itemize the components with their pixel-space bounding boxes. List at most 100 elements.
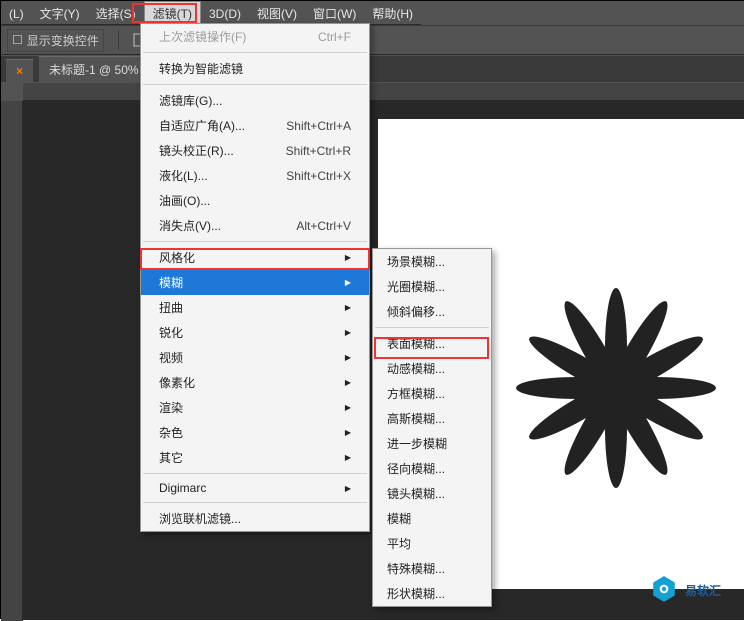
menubar-item-view[interactable]: 视图(V) [249, 2, 305, 25]
menubar-item-select[interactable]: 选择(S) [88, 2, 144, 25]
menu-adaptive-wide[interactable]: 自适应广角(A)...Shift+Ctrl+A [141, 113, 369, 138]
menu-label: 风格化 [159, 249, 195, 266]
menu-label: 场景模糊... [387, 253, 445, 270]
menu-blur[interactable]: 模糊 [141, 270, 369, 295]
menu-separator [143, 241, 367, 242]
options-bar: ☐ 显示变换控件 3D 模式: [1, 25, 744, 55]
menubar: (L) 文字(Y) 选择(S) 滤镜(T) 3D(D) 视图(V) 窗口(W) … [1, 3, 421, 25]
menu-pixelate[interactable]: 像素化 [141, 370, 369, 395]
menu-separator [375, 327, 489, 328]
menu-render[interactable]: 渲染 [141, 395, 369, 420]
menu-sharpen[interactable]: 锐化 [141, 320, 369, 345]
menu-distort[interactable]: 扭曲 [141, 295, 369, 320]
menu-label: 模糊 [159, 274, 183, 291]
filter-menu: 上次滤镜操作(F) Ctrl+F 转换为智能滤镜 滤镜库(G)... 自适应广角… [140, 23, 370, 532]
submenu-tilt-shift[interactable]: 倾斜偏移... [373, 299, 491, 324]
separator [118, 30, 119, 50]
menu-label: 方框模糊... [387, 385, 445, 402]
menu-shortcut: Alt+Ctrl+V [296, 219, 351, 233]
menu-label: 镜头模糊... [387, 485, 445, 502]
menu-label: 其它 [159, 449, 183, 466]
menu-label: 高斯模糊... [387, 410, 445, 427]
tab-label: 未标题-1 @ 50% [49, 61, 139, 78]
menu-label: 杂色 [159, 424, 183, 441]
submenu-shape-blur[interactable]: 形状模糊... [373, 581, 491, 606]
submenu-blur-more[interactable]: 进一步模糊 [373, 431, 491, 456]
menu-label: 倾斜偏移... [387, 303, 445, 320]
menu-label: 锐化 [159, 324, 183, 341]
menu-label: 滤镜库(G)... [159, 92, 222, 109]
blur-submenu: 场景模糊... 光圈模糊... 倾斜偏移... 表面模糊... 动感模糊... … [372, 248, 492, 607]
menu-label: 渲染 [159, 399, 183, 416]
menu-label: 形状模糊... [387, 585, 445, 602]
menu-shortcut: Ctrl+F [318, 30, 351, 44]
menu-lens-correct[interactable]: 镜头校正(R)... Shift+Ctrl+R [141, 138, 369, 163]
menu-shortcut: Shift+Ctrl+A [286, 119, 351, 133]
menu-label: 浏览联机滤镜... [159, 510, 241, 527]
submenu-lens-blur[interactable]: 镜头模糊... [373, 481, 491, 506]
close-icon[interactable]: × [16, 64, 23, 78]
menu-label: 转换为智能滤镜 [159, 60, 243, 77]
submenu-surface-blur[interactable]: 表面模糊... [373, 331, 491, 356]
menu-browse-online[interactable]: 浏览联机滤镜... [141, 506, 369, 531]
menu-stylize[interactable]: 风格化 [141, 245, 369, 270]
menu-label: 特殊模糊... [387, 560, 445, 577]
menu-label: 油画(O)... [159, 192, 210, 209]
transform-label: 显示变换控件 [27, 32, 99, 49]
menu-shortcut: Shift+Ctrl+R [286, 144, 351, 158]
submenu-motion-blur[interactable]: 动感模糊... [373, 356, 491, 381]
menu-label: 光圈模糊... [387, 278, 445, 295]
menu-label: 进一步模糊 [387, 435, 447, 452]
menu-oil-paint[interactable]: 油画(O)... [141, 188, 369, 213]
submenu-gaussian-blur[interactable]: 高斯模糊... [373, 406, 491, 431]
menu-noise[interactable]: 杂色 [141, 420, 369, 445]
checkbox-icon: ☐ [12, 33, 23, 47]
menu-label: 动感模糊... [387, 360, 445, 377]
menu-separator [143, 473, 367, 474]
menubar-item-3d[interactable]: 3D(D) [201, 4, 249, 24]
watermark: 易软汇 [651, 576, 721, 604]
document-tabs: × 未标题-1 @ 50% × [1, 56, 744, 82]
menu-label: 消失点(V)... [159, 217, 221, 234]
menu-label: 扭曲 [159, 299, 183, 316]
menu-digimarc[interactable]: Digimarc [141, 477, 369, 499]
ruler-horizontal [23, 83, 744, 101]
submenu-smart-blur[interactable]: 特殊模糊... [373, 556, 491, 581]
watermark-text: 易软汇 [685, 582, 721, 599]
menu-separator [143, 502, 367, 503]
menu-label: 平均 [387, 535, 411, 552]
menu-separator [143, 84, 367, 85]
menu-label: Digimarc [159, 481, 206, 495]
menu-vanishing-point[interactable]: 消失点(V)... Alt+Ctrl+V [141, 213, 369, 238]
menu-label: 径向模糊... [387, 460, 445, 477]
submenu-blur[interactable]: 模糊 [373, 506, 491, 531]
menu-shortcut: Shift+Ctrl+X [286, 169, 351, 183]
menu-convert-smart[interactable]: 转换为智能滤镜 [141, 56, 369, 81]
submenu-average[interactable]: 平均 [373, 531, 491, 556]
menu-liquify[interactable]: 液化(L)...Shift+Ctrl+X [141, 163, 369, 188]
menubar-item-window[interactable]: 窗口(W) [305, 2, 364, 25]
submenu-iris-blur[interactable]: 光圈模糊... [373, 274, 491, 299]
menubar-item-help[interactable]: 帮助(H) [364, 2, 421, 25]
menu-label: 表面模糊... [387, 335, 445, 352]
menu-label: 镜头校正(R)... [159, 142, 234, 159]
menu-label: 视频 [159, 349, 183, 366]
document-tab-1[interactable]: × [5, 59, 34, 82]
menu-video[interactable]: 视频 [141, 345, 369, 370]
menu-filter-gallery[interactable]: 滤镜库(G)... [141, 88, 369, 113]
menu-last-filter: 上次滤镜操作(F) Ctrl+F [141, 24, 369, 49]
menu-separator [143, 52, 367, 53]
menubar-item-text[interactable]: 文字(Y) [32, 2, 88, 25]
show-transform-controls[interactable]: ☐ 显示变换控件 [7, 29, 104, 52]
menu-label: 模糊 [387, 510, 411, 527]
menu-other[interactable]: 其它 [141, 445, 369, 470]
menubar-item-l[interactable]: (L) [1, 4, 32, 24]
submenu-box-blur[interactable]: 方框模糊... [373, 381, 491, 406]
ruler-vertical [1, 101, 23, 621]
menu-label: 像素化 [159, 374, 195, 391]
submenu-radial-blur[interactable]: 径向模糊... [373, 456, 491, 481]
logo-icon [651, 576, 677, 604]
menu-label: 上次滤镜操作(F) [159, 28, 246, 45]
flower-shape [511, 283, 721, 493]
submenu-field-blur[interactable]: 场景模糊... [373, 249, 491, 274]
